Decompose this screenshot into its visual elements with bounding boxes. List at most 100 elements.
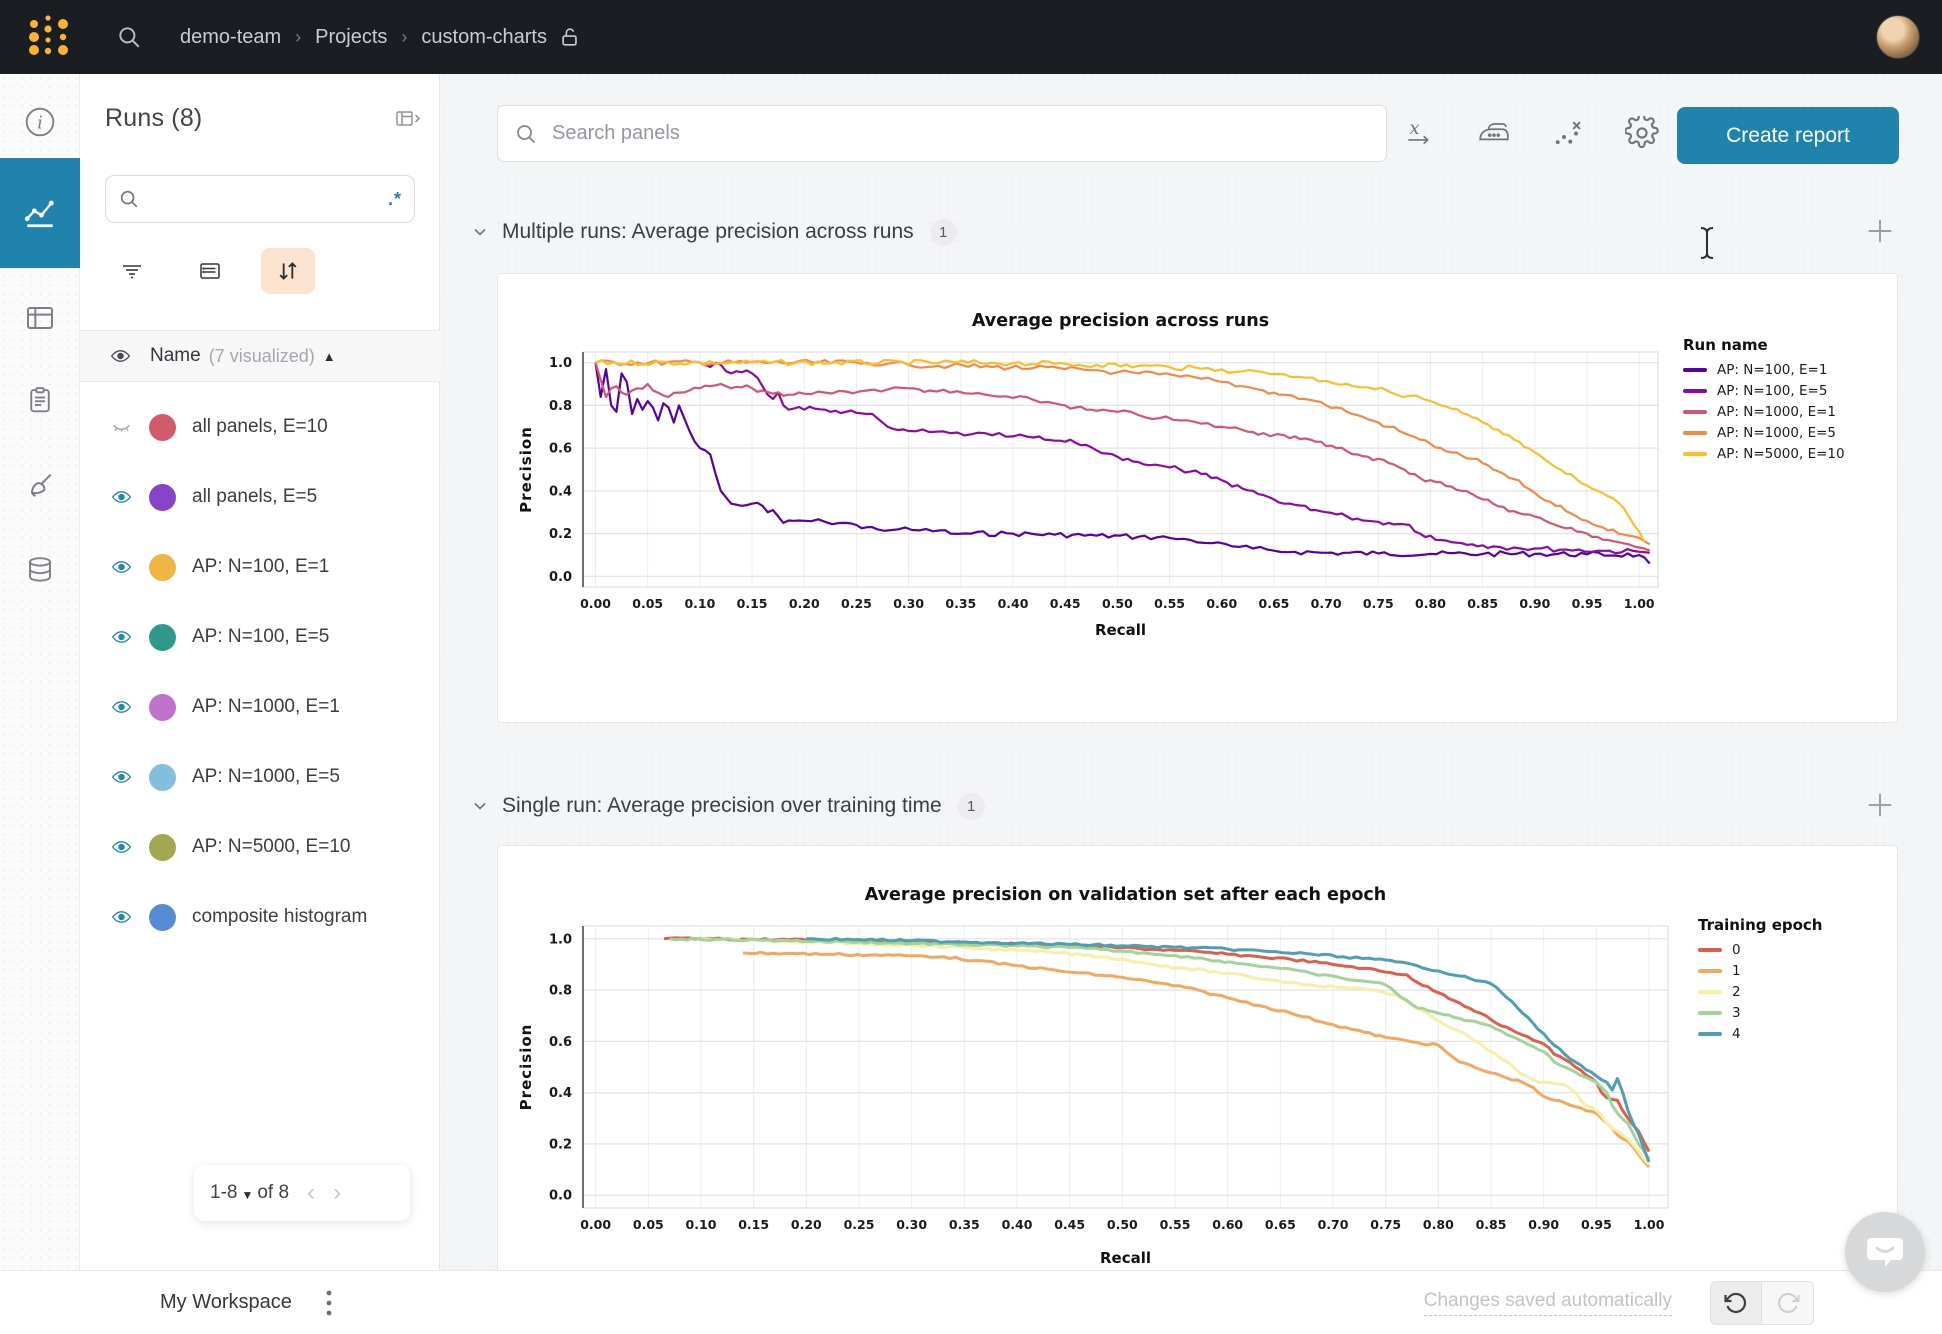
eye-icon[interactable] [108, 557, 134, 577]
legend-label: 0 [1732, 942, 1741, 958]
chart-panel-average-precision-across-runs[interactable]: Average precision across runs0.000.050.1… [497, 273, 1898, 723]
eye-icon[interactable] [108, 697, 134, 717]
page-size-caret-icon[interactable]: ▼ [241, 1188, 253, 1202]
undo-button[interactable] [1710, 1281, 1762, 1325]
sort-caret-icon[interactable]: ▲ [323, 349, 336, 364]
eye-icon[interactable] [108, 487, 134, 507]
svg-text:0.05: 0.05 [633, 1217, 664, 1232]
svg-text:Precision: Precision [517, 1024, 535, 1111]
regex-toggle[interactable]: .* [388, 189, 402, 210]
legend-item: AP: N=1000, E=5 [1683, 425, 1845, 441]
run-row[interactable]: AP: N=1000, E=5 [80, 742, 440, 812]
smoothing-button[interactable] [1474, 112, 1514, 154]
legend-title: Run name [1683, 336, 1845, 354]
svg-text:0.4: 0.4 [549, 1086, 572, 1101]
svg-text:0.10: 0.10 [684, 596, 715, 611]
collapse-section-button[interactable] [470, 222, 490, 242]
eye-icon[interactable] [108, 837, 134, 857]
workspace-name[interactable]: My Workspace [160, 1291, 292, 1314]
add-panel-button[interactable] [1860, 212, 1900, 252]
redo-button[interactable] [1762, 1281, 1814, 1325]
eye-icon[interactable] [108, 627, 134, 647]
add-panel-button[interactable] [1860, 786, 1900, 826]
svg-text:1.0: 1.0 [549, 932, 572, 947]
run-color-dot [149, 764, 176, 791]
panels-search-input[interactable] [552, 122, 1370, 145]
rail-item-sweeps[interactable] [0, 450, 80, 522]
eye-icon[interactable] [108, 907, 134, 927]
legend-label: 4 [1732, 1026, 1741, 1042]
legend-item: AP: N=5000, E=10 [1683, 446, 1845, 462]
x-axis-settings-button[interactable]: x [1400, 112, 1440, 154]
svg-text:0.60: 0.60 [1212, 1217, 1243, 1232]
page-range[interactable]: 1-8 [210, 1182, 237, 1204]
legend-title: Training epoch [1698, 916, 1823, 934]
chart-panel-average-precision-per-epoch[interactable]: Average precision on validation set afte… [497, 845, 1898, 1270]
legend-item: 3 [1698, 1005, 1823, 1021]
eye-icon[interactable] [108, 767, 134, 787]
svg-text:0.85: 0.85 [1476, 1217, 1507, 1232]
rail-item-overview[interactable]: i [0, 86, 80, 158]
section-title[interactable]: Single run: Average precision over train… [502, 794, 942, 818]
next-page-button[interactable]: › [333, 1181, 341, 1205]
run-row[interactable]: AP: N=1000, E=1 [80, 672, 440, 742]
svg-text:0.55: 0.55 [1154, 596, 1185, 611]
app-root: demo-team › Projects › custom-charts i [0, 0, 1942, 1334]
x-axis-icon: x [1404, 117, 1436, 149]
section-title[interactable]: Multiple runs: Average precision across … [502, 220, 914, 244]
runs-search-box: .* [105, 175, 415, 223]
workspace-settings-button[interactable] [1622, 112, 1662, 154]
svg-text:0.35: 0.35 [949, 1217, 980, 1232]
svg-text:0.4: 0.4 [549, 484, 572, 499]
workspace-menu-button[interactable] [325, 1283, 333, 1323]
create-report-button[interactable]: Create report [1677, 107, 1899, 164]
legend-swatch [1683, 389, 1707, 393]
user-avatar[interactable] [1876, 15, 1920, 59]
prev-page-button[interactable]: ‹ [307, 1181, 315, 1205]
eye-off-icon[interactable] [108, 417, 134, 437]
runs-table-expand-button[interactable] [395, 107, 421, 131]
legend-item: 2 [1698, 984, 1823, 1000]
page-total: of 8 [257, 1182, 289, 1204]
run-color-dot [149, 694, 176, 721]
sort-icon [275, 258, 301, 284]
runs-search-input[interactable] [150, 189, 388, 209]
sort-runs-button[interactable] [261, 248, 315, 294]
outliers-button[interactable] [1548, 112, 1588, 154]
run-name: AP: N=100, E=1 [192, 556, 329, 578]
breadcrumb-projects[interactable]: Projects [315, 26, 387, 49]
rail-item-artifacts[interactable] [0, 534, 80, 606]
rail-item-logs[interactable] [0, 364, 80, 436]
svg-text:0.25: 0.25 [841, 596, 872, 611]
legend-item: 0 [1698, 942, 1823, 958]
rail-item-workspace[interactable] [0, 158, 80, 268]
breadcrumb-project-name[interactable]: custom-charts [421, 26, 547, 49]
group-runs-button[interactable] [183, 248, 237, 294]
runs-name-header[interactable]: Name (7 visualized) ▲ [80, 330, 440, 382]
filter-runs-button[interactable] [105, 248, 159, 294]
chart-average-precision-per-epoch: Average precision on validation set afte… [498, 846, 1897, 1270]
breadcrumb-team[interactable]: demo-team [180, 26, 281, 49]
svg-text:0.00: 0.00 [580, 1217, 611, 1232]
run-row[interactable]: AP: N=5000, E=10 [80, 812, 440, 882]
outliers-icon [1552, 117, 1584, 149]
visibility-eye-icon[interactable] [108, 346, 133, 366]
global-search-icon[interactable] [116, 24, 142, 50]
svg-text:1.00: 1.00 [1634, 1217, 1665, 1232]
help-chat-button[interactable] [1845, 1212, 1925, 1292]
section-header-single-run: Single run: Average precision over train… [470, 786, 985, 826]
run-row[interactable]: composite histogram [80, 882, 440, 952]
gear-icon [1625, 116, 1659, 150]
run-row[interactable]: AP: N=100, E=5 [80, 602, 440, 672]
run-row[interactable]: all panels, E=5 [80, 462, 440, 532]
list-icon [197, 259, 223, 283]
run-row[interactable]: all panels, E=10 [80, 392, 440, 462]
run-row[interactable]: AP: N=100, E=1 [80, 532, 440, 602]
run-name: all panels, E=10 [192, 416, 328, 438]
unlock-icon[interactable] [559, 25, 581, 49]
collapse-section-button[interactable] [470, 796, 490, 816]
wandb-logo-icon[interactable] [26, 12, 72, 62]
rail-item-runs-table[interactable] [0, 282, 80, 354]
chart-legend: Training epoch01234 [1698, 916, 1823, 1047]
run-color-dot [149, 554, 176, 581]
